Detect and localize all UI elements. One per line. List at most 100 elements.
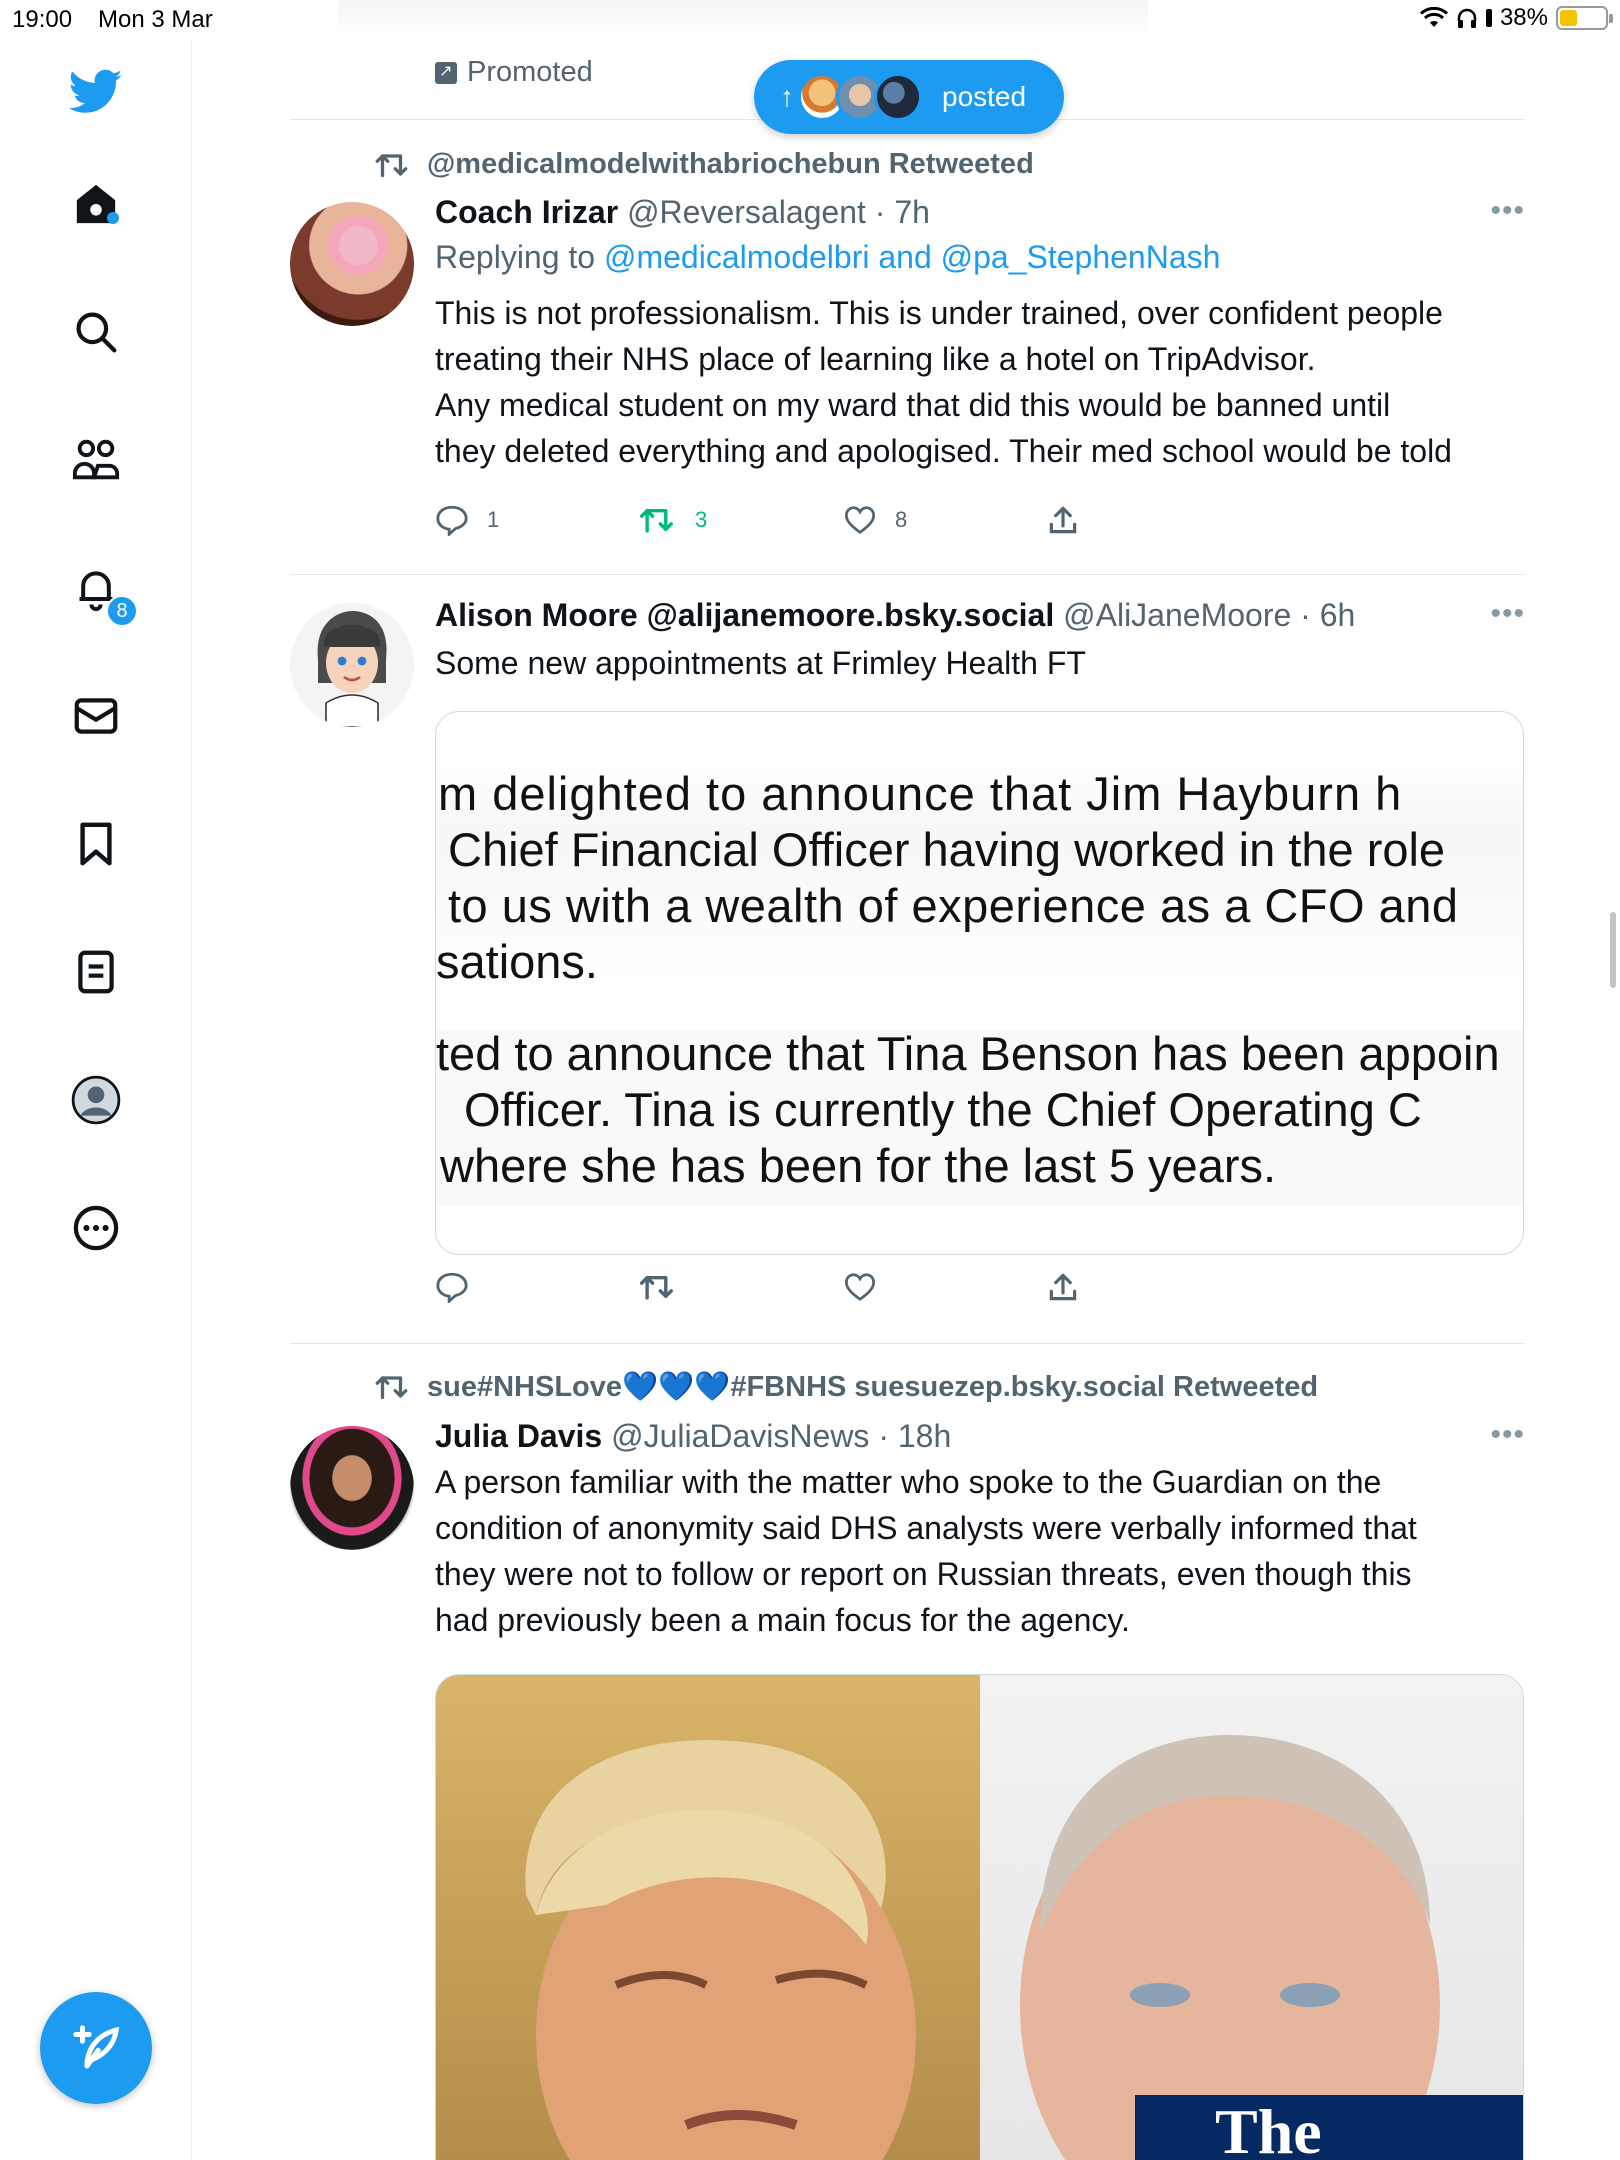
photo-left-trump <box>436 1675 980 2160</box>
author-handle[interactable]: @AliJaneMoore <box>1063 597 1291 633</box>
like-count: 8 <box>895 507 908 532</box>
retweet-context: sue#NHSLove💙💙💙#FBNHS suesuezep.bsky.soci… <box>375 1370 1318 1404</box>
retweeted-by[interactable]: @medicalmodelwithabriochebun Retweeted <box>427 148 1034 181</box>
replying-to-handles[interactable]: @medicalmodelbri and @pa_StephenNash <box>604 239 1220 275</box>
tweet[interactable]: @medicalmodelwithabriochebun Retweeted C… <box>290 120 1524 575</box>
image-text-line: m delighted to announce that Jim Hayburn… <box>438 767 1403 820</box>
photo-right-putin: The <box>980 1675 1523 2160</box>
heart-icon <box>844 1273 876 1301</box>
avatar[interactable] <box>290 202 414 326</box>
tweet-image[interactable]: The <box>435 1674 1524 2160</box>
tweet-text: A person familiar with the matter who sp… <box>435 1459 1525 1643</box>
tweet-text: This is not professionalism. This is und… <box>435 290 1525 474</box>
sidebar-item-profile[interactable] <box>68 1072 124 1128</box>
battery-fill <box>1560 10 1577 26</box>
like-button[interactable]: 8 <box>843 504 1047 536</box>
status-time: 19:00 <box>12 6 73 33</box>
tweet-time: · 6h <box>1300 597 1356 633</box>
retweet-button[interactable]: 3 <box>639 504 843 536</box>
list-icon <box>78 950 114 994</box>
reply-count: 1 <box>487 507 500 532</box>
tweet-header: Alison Moore @alijanemoore.bsky.social @… <box>435 597 1525 634</box>
top-faded-bar <box>338 0 1148 36</box>
sidebar-item-bookmarks[interactable] <box>68 816 124 872</box>
sidebar-item-home[interactable] <box>68 176 124 232</box>
retweet-context: @medicalmodelwithabriochebun Retweeted <box>375 148 1034 181</box>
retweet-icon <box>375 153 408 177</box>
author-name[interactable]: Alison Moore @alijanemoore.bsky.social <box>435 597 1054 633</box>
more-options-icon[interactable]: ••• <box>1490 597 1525 631</box>
share-button[interactable] <box>1047 1271 1251 1303</box>
tweet-text-line: treating their NHS place of learning lik… <box>435 341 1316 377</box>
scrollbar[interactable] <box>1610 912 1616 988</box>
retweet-button[interactable] <box>639 1271 843 1303</box>
image-text-line: where she has been for the last 5 years. <box>440 1139 1277 1192</box>
author-name[interactable]: Coach Irizar <box>435 194 618 230</box>
face-illustration <box>525 1740 916 2160</box>
share-icon <box>1049 506 1077 534</box>
promoted-icon <box>435 61 457 84</box>
compose-tweet-button[interactable] <box>40 1992 152 2104</box>
tweet-actions <box>435 1271 1251 1303</box>
mail-icon <box>74 698 118 734</box>
retweet-icon <box>639 508 673 533</box>
promoted-label: Promoted <box>435 56 593 89</box>
tweet-time: · 18h <box>878 1418 952 1454</box>
tweet-image[interactable]: m delighted to announce that Jim Hayburn… <box>435 711 1524 1255</box>
replying-prefix: Replying to <box>435 239 596 275</box>
avatar[interactable] <box>290 1426 414 1550</box>
new-posts-label: posted <box>942 81 1027 112</box>
sidebar-item-explore[interactable] <box>68 304 124 360</box>
promoted-text: Promoted <box>467 56 593 88</box>
bird-icon <box>69 69 123 113</box>
status-date: Mon 3 Mar <box>98 6 213 33</box>
like-button[interactable] <box>843 1271 1047 1303</box>
tweet[interactable]: Alison Moore @alijanemoore.bsky.social @… <box>290 575 1524 1343</box>
image-text-line: Officer. Tina is currently the Chief Ope… <box>464 1083 1422 1136</box>
heart-icon <box>844 506 876 534</box>
face-illustration <box>1020 1735 1440 2160</box>
image-text-line: sations. <box>436 935 598 988</box>
share-button[interactable] <box>1047 504 1251 536</box>
tweet-actions: 1 3 8 <box>435 504 1251 536</box>
image-text-line: to us with a wealth of experience as a C… <box>448 879 1459 932</box>
sidebar-item-communities[interactable] <box>68 432 124 488</box>
tweet-text-line: Any medical student on my ward that did … <box>435 387 1391 423</box>
battery-icon <box>1556 6 1613 30</box>
profile-icon <box>71 1075 121 1125</box>
sidebar-item-more[interactable] <box>68 1200 124 1256</box>
tweet-text-line: they were not to follow or report on Rus… <box>435 1556 1412 1592</box>
tweet-header: Julia Davis @JuliaDavisNews · 18h <box>435 1418 1525 1455</box>
communities-icon <box>72 439 120 480</box>
sidebar-item-lists[interactable] <box>68 944 124 1000</box>
sidebar-item-messages[interactable] <box>68 688 124 744</box>
search-icon <box>76 312 117 353</box>
bookmark-icon <box>80 822 112 866</box>
tweet-text-line: condition of anonymity said DHS analysts… <box>435 1510 1417 1546</box>
retweeted-by[interactable]: sue#NHSLove💙💙💙#FBNHS suesuezep.bsky.soci… <box>427 1370 1318 1404</box>
masthead-text: The <box>1215 2096 1322 2160</box>
author-handle[interactable]: @Reversalagent <box>627 194 866 230</box>
timeline-feed: Promoted ↑ posted @medicalmodelwithabrio… <box>290 0 1524 2160</box>
more-options-icon[interactable]: ••• <box>1490 194 1525 228</box>
avatar[interactable] <box>290 603 414 727</box>
retweet-icon <box>375 1376 408 1400</box>
more-options-icon[interactable]: ••• <box>1490 1418 1525 1452</box>
sidebar: 8 <box>0 40 192 2160</box>
notification-badge: 8 <box>106 595 138 627</box>
author-handle[interactable]: @JuliaDavisNews <box>611 1418 869 1454</box>
replying-to: Replying to @medicalmodelbri and @pa_Ste… <box>435 239 1525 276</box>
tweet-text-line: This is not professionalism. This is und… <box>435 295 1443 331</box>
new-posts-pill[interactable]: ↑ posted <box>754 60 1064 134</box>
reply-icon <box>436 505 468 536</box>
image-text-line: ted to announce that Tina Benson has bee… <box>436 1027 1500 1080</box>
tweet[interactable]: sue#NHSLove💙💙💙#FBNHS suesuezep.bsky.soci… <box>290 1344 1524 2160</box>
tweet-time: · 7h <box>874 194 930 230</box>
more-circle-icon <box>73 1205 119 1251</box>
home-unread-dot <box>107 212 119 224</box>
image-text-line: Chief Financial Officer having worked in… <box>448 823 1446 876</box>
author-name[interactable]: Julia Davis <box>435 1418 602 1454</box>
reply-button[interactable] <box>435 1271 639 1303</box>
reply-button[interactable]: 1 <box>435 504 639 536</box>
twitter-logo[interactable] <box>68 64 124 120</box>
